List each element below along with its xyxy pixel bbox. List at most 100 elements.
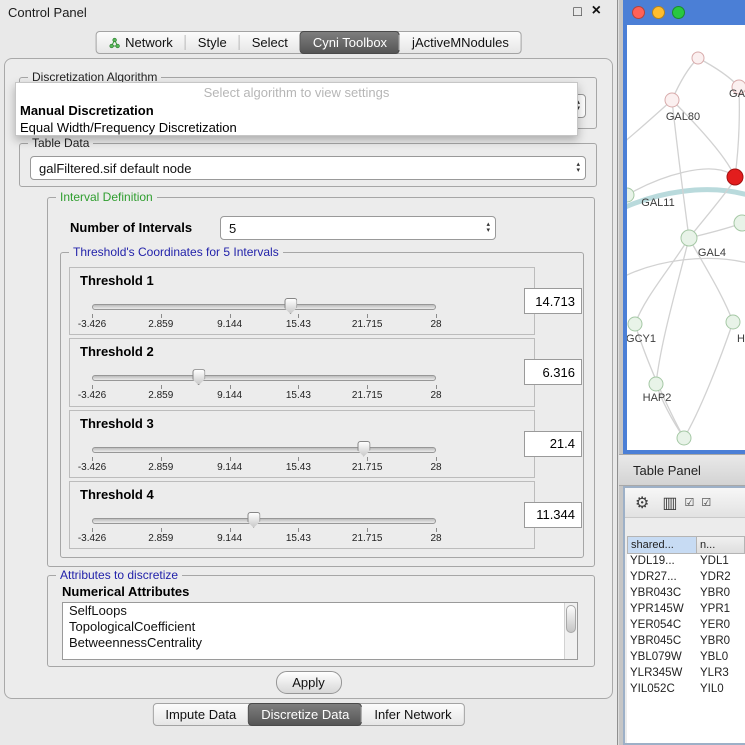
- list-item-betweennesscentrality[interactable]: BetweennessCentrality: [63, 635, 577, 651]
- tick-label: 9.144: [217, 390, 242, 401]
- tick-mark: [298, 528, 299, 532]
- tick-mark: [161, 385, 162, 389]
- table-row[interactable]: YBR045CYBR0: [627, 634, 745, 650]
- network-node-gal11[interactable]: [627, 188, 634, 202]
- tick-mark: [92, 314, 93, 318]
- threshold-value-field[interactable]: 14.713: [524, 288, 582, 314]
- threshold-value-field[interactable]: 11.344: [524, 502, 582, 528]
- threshold-value-field[interactable]: 21.4: [524, 431, 582, 457]
- minimize-traffic-icon[interactable]: [652, 6, 665, 19]
- table-row[interactable]: YBR043CYBR0: [627, 586, 745, 602]
- list-item-selfloops[interactable]: SelfLoops: [63, 603, 577, 619]
- tab-discretize-data[interactable]: Discretize Data: [248, 703, 362, 726]
- threshold-slider[interactable]: [92, 298, 436, 314]
- list-item-topologicalcoefficient[interactable]: TopologicalCoefficient: [63, 619, 577, 635]
- threshold-block: Threshold 1-3.4262.8599.14415.4321.71528…: [69, 267, 535, 335]
- tab-style[interactable]: Style: [186, 32, 239, 53]
- slider-thumb[interactable]: [357, 441, 370, 457]
- node-label-gal4: GAL4: [698, 247, 726, 259]
- table-data-combo[interactable]: galFiltered.sif default node ▴ ▾: [30, 156, 586, 180]
- table-row[interactable]: YIL052CYIL0: [627, 682, 745, 698]
- network-node-gal80[interactable]: [665, 93, 679, 107]
- list-scrollbar[interactable]: [564, 603, 577, 659]
- dropdown-option-equal-width-frequency-discretization[interactable]: Equal Width/Frequency Discretization: [16, 119, 577, 136]
- table-row[interactable]: YDL19...YDL1: [627, 554, 745, 570]
- threshold-value-field[interactable]: 6.316: [524, 359, 582, 385]
- float-window-icon[interactable]: □: [573, 3, 581, 19]
- close-icon[interactable]: ×: [592, 3, 601, 19]
- threshold-slider[interactable]: [92, 512, 436, 528]
- network-node[interactable]: [677, 431, 691, 445]
- table-body: YDL19...YDL1YDR27...YDR2YBR043CYBR0YPR14…: [627, 554, 745, 698]
- table-row[interactable]: YDR27...YDR2: [627, 570, 745, 586]
- slider-track[interactable]: [92, 518, 436, 524]
- slider-thumb[interactable]: [192, 369, 205, 385]
- threshold-slider[interactable]: [92, 441, 436, 457]
- tick-label: 15.43: [286, 462, 311, 473]
- tick-mark: [230, 457, 231, 461]
- slider-track[interactable]: [92, 304, 436, 310]
- network-edge[interactable]: [635, 238, 689, 324]
- network-edge[interactable]: [735, 87, 739, 177]
- num-intervals-spinner[interactable]: 5 ▴ ▾: [220, 216, 496, 240]
- zoom-traffic-icon[interactable]: [672, 6, 685, 19]
- combo-value: galFiltered.sif default node: [39, 161, 191, 176]
- select-all-columns-icon[interactable]: ☑: [684, 496, 694, 509]
- column-header-1[interactable]: n...: [697, 536, 745, 554]
- table-row[interactable]: YER054CYER0: [627, 618, 745, 634]
- select-columns-icon[interactable]: ☑: [701, 496, 711, 509]
- app-root: Control Panel □ × NetworkStyleSelectCyni…: [0, 0, 745, 745]
- tab-select[interactable]: Select: [240, 32, 300, 53]
- slider-thumb[interactable]: [284, 298, 297, 314]
- tick-mark: [92, 385, 93, 389]
- tick-label: 9.144: [217, 319, 242, 330]
- table-cell: YER0: [697, 618, 745, 634]
- tab-label: Discretize Data: [261, 707, 349, 722]
- tab-cyni-toolbox[interactable]: Cyni Toolbox: [300, 31, 400, 54]
- attribute-table: shared...n... YDL19...YDL1YDR27...YDR2YB…: [627, 536, 745, 743]
- network-edge[interactable]: [684, 322, 733, 438]
- network-edge[interactable]: [698, 58, 739, 87]
- table-row[interactable]: YPR145WYPR1: [627, 602, 745, 618]
- tab-jactivemnodules[interactable]: jActiveMNodules: [400, 32, 521, 53]
- table-row[interactable]: YBL079WYBL0: [627, 650, 745, 666]
- gear-icon[interactable]: ⚙: [635, 493, 649, 513]
- tick-label: 9.144: [217, 462, 242, 473]
- scrollbar-thumb[interactable]: [566, 605, 576, 633]
- table-cell: YDR27...: [627, 570, 697, 586]
- slider-track[interactable]: [92, 447, 436, 453]
- network-node[interactable]: [692, 52, 704, 64]
- tab-infer-network[interactable]: Infer Network: [362, 704, 463, 725]
- tab-impute-data[interactable]: Impute Data: [153, 704, 248, 725]
- network-edge[interactable]: [627, 258, 745, 277]
- slider-thumb[interactable]: [247, 512, 260, 528]
- tick-label: 21.715: [352, 390, 383, 401]
- column-header-0[interactable]: shared...: [627, 536, 697, 554]
- tick-mark: [367, 385, 368, 389]
- network-node-hap2[interactable]: [649, 377, 663, 391]
- tick-label: 15.43: [286, 390, 311, 401]
- network-canvas[interactable]: GAL80GAGAL11GAL4GCY1HHAP2: [627, 25, 745, 450]
- interval-definition-group: Interval Definition Number of Intervals …: [47, 197, 595, 567]
- network-node-h[interactable]: [726, 315, 740, 329]
- network-view-window: GAL80GAGAL11GAL4GCY1HHAP2: [623, 0, 745, 454]
- columns-icon[interactable]: ▥: [662, 493, 677, 513]
- slider-track[interactable]: [92, 375, 436, 381]
- number-of-intervals-label: Number of Intervals: [70, 220, 192, 235]
- tab-network[interactable]: Network: [96, 32, 185, 53]
- close-traffic-icon[interactable]: [632, 6, 645, 19]
- network-node[interactable]: [727, 169, 743, 185]
- table-row[interactable]: YLR345WYLR3: [627, 666, 745, 682]
- apply-button[interactable]: Apply: [276, 671, 342, 694]
- network-node-gal4[interactable]: [681, 230, 697, 246]
- threshold-block: Threshold 4-3.4262.8599.14415.4321.71528…: [69, 481, 535, 549]
- node-label-ga: GA: [729, 88, 745, 100]
- threshold-label: Threshold 3: [80, 416, 154, 431]
- threshold-slider[interactable]: [92, 369, 436, 385]
- table-cell: YDL19...: [627, 554, 697, 570]
- network-node-gcy1[interactable]: [628, 317, 642, 331]
- network-node[interactable]: [734, 215, 745, 231]
- slider-ticks: -3.4262.8599.14415.4321.71528: [92, 528, 436, 544]
- dropdown-option-manual-discretization[interactable]: Manual Discretization: [16, 102, 577, 119]
- bottom-tabbar: Impute Data Discretize Data Infer Network: [152, 703, 464, 726]
